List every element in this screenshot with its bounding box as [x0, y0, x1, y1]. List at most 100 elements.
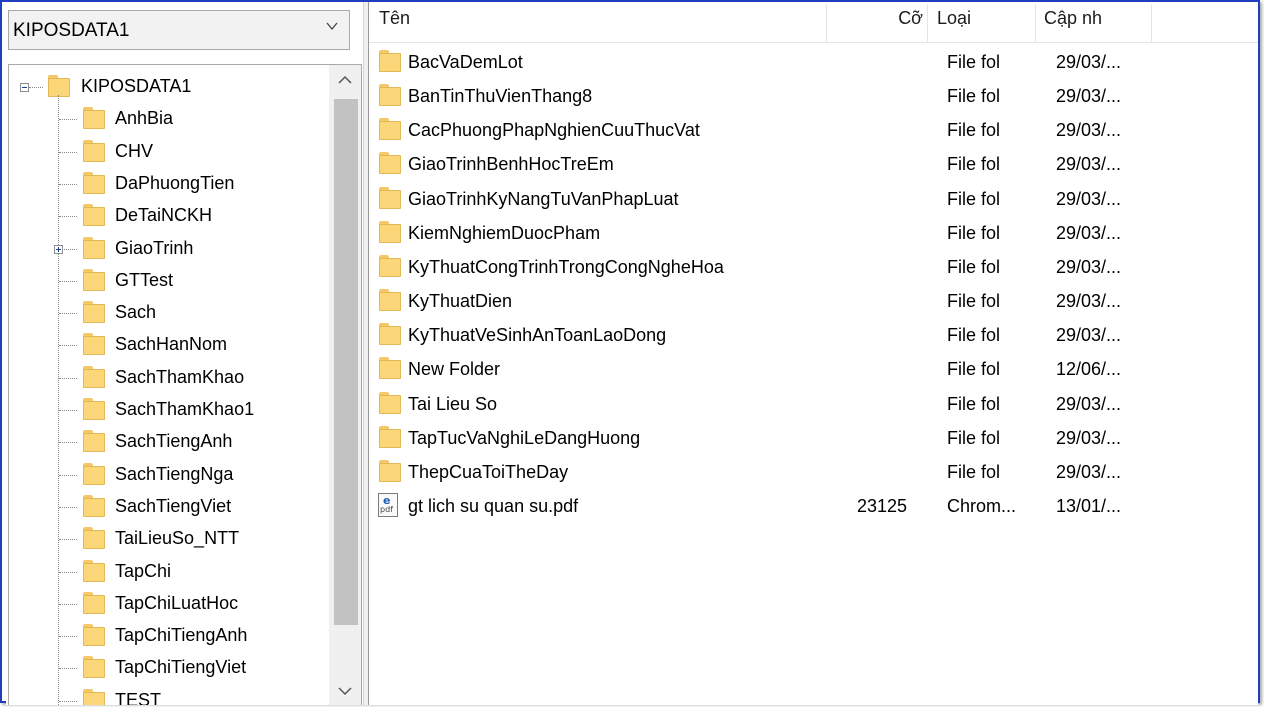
- tree-connector: [59, 539, 77, 541]
- file-modified: 29/03/...: [1056, 393, 1122, 414]
- folder-icon: [379, 220, 401, 243]
- list-item[interactable]: ThepCuaToiTheDay File fol 29/03/...: [369, 456, 1258, 490]
- file-name: CacPhuongPhapNghienCuuThucVat: [408, 120, 700, 141]
- tree-item[interactable]: DaPhuongTien: [9, 168, 329, 200]
- folder-icon: [83, 688, 105, 705]
- file-type: File fol: [947, 86, 1001, 107]
- tree-item[interactable]: SachThamKhao: [9, 362, 329, 394]
- file-type: File fol: [947, 52, 1001, 72]
- list-item[interactable]: New Folder File fol 12/06/...: [369, 353, 1258, 387]
- tree-item[interactable]: CHV: [9, 136, 329, 168]
- list-item[interactable]: Tai Lieu So File fol 29/03/...: [369, 388, 1258, 422]
- tree-connector: [59, 151, 77, 153]
- folder-icon: [379, 84, 401, 107]
- folder-icon: [83, 591, 105, 614]
- column-header-name[interactable]: Tên: [369, 4, 826, 42]
- tree-item[interactable]: AnhBia: [9, 103, 329, 135]
- drive-combo[interactable]: KIPOSDATA1: [8, 10, 350, 50]
- folder-icon: [83, 624, 105, 647]
- folder-icon: [379, 289, 401, 312]
- tree-item[interactable]: TapChi: [9, 556, 329, 588]
- tree-item[interactable]: Sach: [9, 297, 329, 329]
- tree-item[interactable]: SachTiengViet: [9, 491, 329, 523]
- list-item[interactable]: KyThuatDien File fol 29/03/...: [369, 285, 1258, 319]
- file-modified: 29/03/...: [1056, 86, 1122, 107]
- expand-icon[interactable]: [54, 244, 63, 254]
- list-item[interactable]: KiemNghiemDuocPham File fol 29/03/...: [369, 217, 1258, 251]
- folder-icon: [83, 107, 105, 130]
- column-header-size[interactable]: Cỡ: [827, 4, 927, 42]
- file-type: File fol: [947, 427, 1001, 448]
- scroll-up-button[interactable]: [329, 65, 361, 95]
- folder-icon: [83, 301, 105, 324]
- tree-item-label: DaPhuongTien: [115, 172, 235, 193]
- folder-icon: [379, 323, 401, 346]
- tree-item-label: TapChi: [115, 560, 172, 581]
- scroll-down-button[interactable]: [329, 676, 361, 705]
- file-modified: 29/03/...: [1056, 120, 1122, 141]
- list-item[interactable]: KyThuatVeSinhAnToanLaoDong File fol 29/03/…: [369, 319, 1258, 353]
- collapse-icon[interactable]: [20, 83, 29, 92]
- pdf-icon-label: pdf: [380, 504, 393, 514]
- file-type: File fol: [947, 359, 1001, 380]
- scroll-thumb[interactable]: [334, 99, 358, 625]
- folder-icon: [379, 357, 401, 380]
- file-type: File fol: [947, 222, 1001, 243]
- list-item[interactable]: KyThuatCongTrinhTrongCongNgheHoa File fol…: [369, 251, 1258, 285]
- tree-item[interactable]: SachHanNom: [9, 329, 329, 361]
- tree-item[interactable]: TapChiTiengViet: [9, 652, 329, 684]
- column-header-modified[interactable]: Cập nh: [1036, 4, 1151, 42]
- folder-icon: [83, 236, 105, 259]
- tree-item-label: CHV: [115, 140, 154, 161]
- tree-connector: [59, 474, 77, 476]
- folder-icon: [83, 527, 105, 550]
- file-name: KyThuatDien: [408, 291, 513, 312]
- tree-item[interactable]: GiaoTrinh: [9, 233, 329, 265]
- tree-item[interactable]: DeTaiNCKH: [9, 200, 329, 232]
- file-modified: 29/03/...: [1056, 291, 1122, 312]
- tree-connector: [59, 313, 77, 315]
- list-item[interactable]: e pdf gt lich su quan su.pdf 23125 Chrom... 1…: [369, 490, 1258, 524]
- file-modified: 29/03/...: [1056, 154, 1122, 175]
- folder-icon: [83, 430, 105, 453]
- tree-connector: [59, 183, 77, 185]
- tree-item[interactable]: SachThamKhao1: [9, 394, 329, 426]
- file-name: New Folder: [408, 359, 501, 380]
- tree-item-root[interactable]: KIPOSDATA1: [9, 71, 329, 103]
- list-item[interactable]: BacVaDemLot File fol 29/03/...: [369, 46, 1258, 80]
- column-divider[interactable]: [1151, 4, 1152, 42]
- file-modified: 12/06/...: [1056, 359, 1122, 380]
- folder-icon: [83, 398, 105, 420]
- tree-item[interactable]: GTTest: [9, 265, 329, 297]
- folder-icon: [48, 75, 70, 97]
- tree-item-label: SachTiengAnh: [115, 431, 233, 452]
- list-item[interactable]: TapTucVaNghiLeDangHuong File fol 29/03/...: [369, 422, 1258, 456]
- tree-item-label: DeTaiNCKH: [115, 205, 213, 226]
- tree-item[interactable]: SachTiengAnh: [9, 426, 329, 458]
- tree-item[interactable]: TaiLieuSo_NTT: [9, 523, 329, 555]
- tree-item-label: GTTest: [115, 269, 174, 290]
- tree-item-label: Sach: [115, 302, 157, 323]
- tree-connector: [59, 571, 77, 573]
- folder-icon: [83, 268, 105, 291]
- file-name: KyThuatVeSinhAnToanLaoDong: [408, 325, 667, 346]
- file-modified: 29/03/...: [1056, 256, 1122, 277]
- folder-icon: [83, 559, 105, 582]
- tree-item[interactable]: TapChiLuatHoc: [9, 588, 329, 620]
- tree-scrollbar[interactable]: [329, 65, 361, 705]
- tree-connector: [59, 119, 77, 121]
- column-header-type[interactable]: Loại: [928, 4, 1035, 42]
- folder-pane: KIPOSDATA1 KIPOSDATA1 AnhBia CHV DaPhuongT…: [6, 6, 363, 705]
- file-type: File fol: [947, 188, 1001, 209]
- file-size: 23125: [856, 495, 907, 516]
- list-item[interactable]: BanTinThuVienThang8 File fol 29/03/...: [369, 80, 1258, 114]
- list-item[interactable]: CacPhuongPhapNghienCuuThucVat File fol 29/…: [369, 114, 1258, 148]
- tree-item[interactable]: TEST: [9, 685, 329, 705]
- tree-item[interactable]: SachTiengNga: [9, 459, 329, 491]
- tree-item-label: SachHanNom: [115, 334, 228, 355]
- tree-item[interactable]: TapChiTiengAnh: [9, 620, 329, 652]
- list-item[interactable]: GiaoTrinhKyNangTuVanPhapLuat File fol 29/0…: [369, 183, 1258, 217]
- pdf-file-icon: e pdf: [378, 492, 398, 517]
- list-item[interactable]: GiaoTrinhBenhHocTreEm File fol 29/03/...: [369, 148, 1258, 182]
- chevron-down-icon[interactable]: [325, 19, 339, 33]
